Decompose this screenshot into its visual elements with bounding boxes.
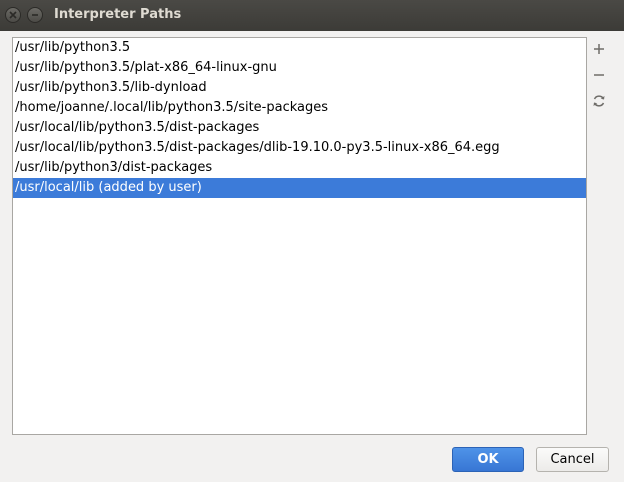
minus-icon (594, 74, 604, 76)
path-list-item[interactable]: /usr/lib/python3.5 (13, 38, 586, 58)
interpreter-paths-list[interactable]: /usr/lib/python3.5/usr/lib/python3.5/pla… (12, 37, 587, 435)
plus-icon (594, 44, 604, 54)
path-list-item[interactable]: /usr/local/lib/python3.5/dist-packages (13, 118, 586, 138)
path-list-item[interactable]: /usr/lib/python3/dist-packages (13, 158, 586, 178)
reload-paths-button[interactable] (589, 91, 609, 111)
ok-button[interactable]: OK (452, 447, 524, 472)
path-list-item[interactable]: /home/joanne/.local/lib/python3.5/site-p… (13, 98, 586, 118)
path-list-item[interactable]: /usr/lib/python3.5/plat-x86_64-linux-gnu (13, 58, 586, 78)
close-icon (9, 11, 17, 19)
refresh-icon (593, 95, 605, 107)
minimize-window-button[interactable] (27, 7, 43, 23)
minimize-icon (32, 14, 38, 16)
cancel-button[interactable]: Cancel (536, 447, 609, 472)
path-list-item[interactable]: /usr/local/lib/python3.5/dist-packages/d… (13, 138, 586, 158)
path-list-item[interactable]: /usr/lib/python3.5/lib-dynload (13, 78, 586, 98)
title-bar: Interpreter Paths (0, 0, 624, 31)
add-path-button[interactable] (589, 39, 609, 59)
remove-path-button[interactable] (589, 65, 609, 85)
path-list-item[interactable]: /usr/local/lib (added by user) (13, 178, 586, 198)
interpreter-paths-dialog: Interpreter Paths /usr/lib/python3.5/usr… (0, 0, 624, 482)
close-window-button[interactable] (5, 7, 21, 23)
window-title: Interpreter Paths (54, 7, 182, 22)
